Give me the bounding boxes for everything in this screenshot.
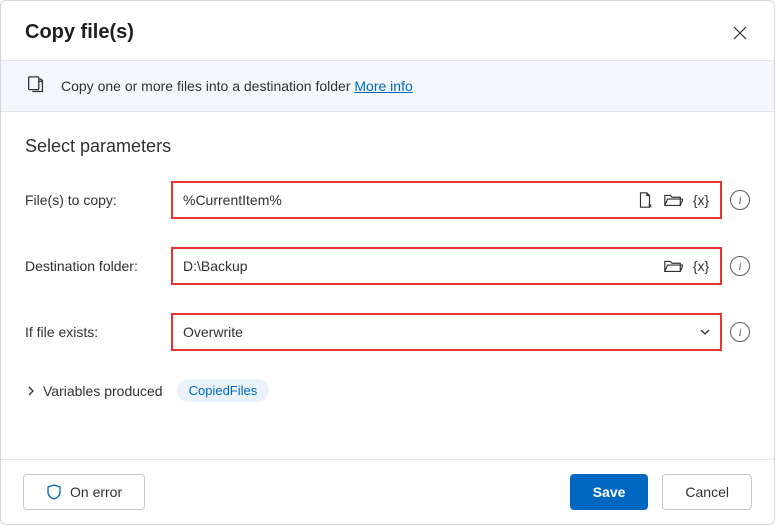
copy-files-dialog: Copy file(s) Copy one or more files into… bbox=[0, 0, 775, 525]
insert-variable-button[interactable]: {x} bbox=[690, 189, 712, 211]
on-error-label: On error bbox=[70, 484, 122, 500]
dialog-body: Select parameters File(s) to copy: {x} bbox=[1, 112, 774, 459]
shield-icon bbox=[46, 484, 62, 500]
footer-right: Save Cancel bbox=[570, 474, 752, 510]
files-to-copy-row: File(s) to copy: {x} i bbox=[25, 181, 750, 219]
more-info-link[interactable]: More info bbox=[354, 78, 412, 94]
insert-variable-dest-button[interactable]: {x} bbox=[690, 255, 712, 277]
destination-folder-input[interactable] bbox=[183, 258, 656, 274]
chevron-right-icon bbox=[25, 385, 37, 397]
destination-folder-field[interactable]: {x} bbox=[171, 247, 722, 285]
destination-folder-label: Destination folder: bbox=[25, 258, 163, 274]
close-button[interactable] bbox=[730, 23, 750, 43]
banner-desc: Copy one or more files into a destinatio… bbox=[61, 78, 354, 94]
folder-open-icon bbox=[663, 257, 683, 275]
chevron-down-icon bbox=[698, 325, 712, 339]
dialog-title: Copy file(s) bbox=[25, 21, 134, 44]
browse-dest-folder-button[interactable] bbox=[662, 255, 684, 277]
variables-produced-label: Variables produced bbox=[43, 383, 163, 399]
if-file-exists-row: If file exists: Overwrite i bbox=[25, 313, 750, 351]
variable-chip[interactable]: CopiedFiles bbox=[177, 379, 270, 402]
on-error-button[interactable]: On error bbox=[23, 474, 145, 510]
save-button[interactable]: Save bbox=[570, 474, 649, 510]
files-to-copy-input[interactable] bbox=[183, 192, 628, 208]
file-plus-icon bbox=[636, 191, 654, 209]
variables-produced-expander[interactable]: Variables produced bbox=[25, 383, 163, 399]
close-icon bbox=[733, 26, 747, 40]
if-file-exists-label: If file exists: bbox=[25, 324, 163, 340]
banner-text: Copy one or more files into a destinatio… bbox=[61, 78, 413, 94]
dialog-header: Copy file(s) bbox=[1, 1, 774, 60]
variables-produced-row: Variables produced CopiedFiles bbox=[25, 379, 750, 402]
dest-help-button[interactable]: i bbox=[730, 256, 750, 276]
browse-folder-button[interactable] bbox=[662, 189, 684, 211]
copy-icon bbox=[25, 75, 47, 97]
folder-open-icon bbox=[663, 191, 683, 209]
variable-icon: {x} bbox=[693, 192, 709, 208]
dialog-footer: On error Save Cancel bbox=[1, 459, 774, 524]
variable-icon: {x} bbox=[693, 258, 709, 274]
destination-folder-row: Destination folder: {x} i bbox=[25, 247, 750, 285]
files-to-copy-label: File(s) to copy: bbox=[25, 192, 163, 208]
if-file-exists-value: Overwrite bbox=[183, 324, 692, 340]
select-file-button[interactable] bbox=[634, 189, 656, 211]
files-help-button[interactable]: i bbox=[730, 190, 750, 210]
exists-help-button[interactable]: i bbox=[730, 322, 750, 342]
cancel-button[interactable]: Cancel bbox=[662, 474, 752, 510]
if-file-exists-dropdown[interactable]: Overwrite bbox=[171, 313, 722, 351]
section-title: Select parameters bbox=[25, 136, 750, 157]
files-to-copy-field[interactable]: {x} bbox=[171, 181, 722, 219]
info-banner: Copy one or more files into a destinatio… bbox=[1, 60, 774, 112]
